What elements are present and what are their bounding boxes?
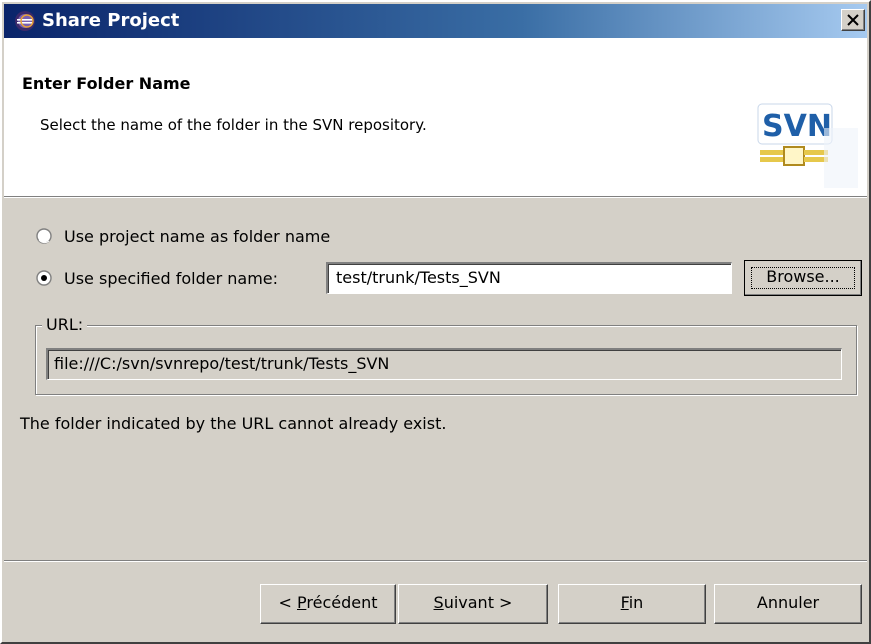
next-button-mnemonic: S (433, 593, 444, 612)
page-description: Select the name of the folder in the SVN… (40, 116, 427, 134)
finish-button[interactable]: Fin (558, 584, 706, 624)
radio-use-specified-name-label: Use specified folder name: (64, 269, 279, 288)
svn-logo-text: SVN (762, 109, 832, 144)
url-field[interactable]: file:///C:/svn/svnrepo/test/trunk/Tests_… (46, 348, 842, 380)
title-bar[interactable]: Share Project (4, 4, 867, 38)
radio-use-project-name-label: Use project name as folder name (64, 227, 331, 246)
window-title: Share Project (42, 10, 180, 31)
finish-button-mnemonic: F (620, 593, 629, 612)
cancel-button[interactable]: Annuler (714, 584, 862, 624)
eclipse-icon (14, 10, 36, 32)
previous-button[interactable]: < Précédent (260, 584, 396, 624)
page-title: Enter Folder Name (22, 74, 191, 93)
next-button-label: uivant > (443, 593, 513, 612)
close-icon (847, 14, 859, 26)
banner-separator (4, 197, 867, 198)
previous-button-label: récédent (306, 593, 378, 612)
close-button[interactable] (841, 9, 865, 31)
footer-separator (4, 560, 867, 562)
focus-rectangle (751, 267, 855, 289)
previous-button-mnemonic: P (297, 593, 307, 612)
next-button[interactable]: Suivant > (398, 584, 548, 624)
wizard-banner: Enter Folder Name Select the name of the… (4, 38, 867, 197)
finish-button-label: in (628, 593, 644, 612)
info-message: The folder indicated by the URL cannot a… (20, 414, 447, 433)
cancel-button-label: Annuler (756, 593, 820, 612)
url-group-legend: URL: (42, 314, 88, 336)
previous-button-prefix: < (278, 593, 297, 612)
svn-logo-icon: SVN (754, 98, 864, 194)
folder-name-input[interactable]: test/trunk/Tests_SVN (326, 262, 732, 294)
radio-unchecked-icon[interactable] (36, 228, 52, 244)
share-project-dialog: Share Project Enter Folder Name Select t… (0, 0, 871, 644)
browse-button[interactable]: Browse... (744, 260, 862, 296)
radio-checked-icon[interactable] (36, 270, 52, 286)
